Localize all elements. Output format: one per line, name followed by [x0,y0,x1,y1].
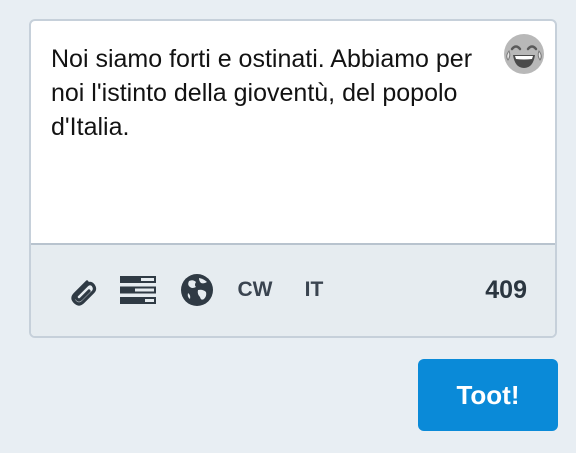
compose-box: Noi siamo forti e ostinati. Abbiamo per … [29,19,557,338]
laughing-tears-emoji-icon [504,34,544,74]
poll-icon [120,276,156,304]
toot-button[interactable]: Toot! [418,359,558,431]
paperclip-icon [71,280,97,306]
emoji-picker-button[interactable] [501,31,547,77]
privacy-button[interactable] [177,269,217,311]
compose-textarea[interactable]: Noi siamo forti e ostinati. Abbiamo per … [31,21,555,243]
add-poll-button[interactable] [117,269,159,311]
language-button[interactable]: IT [297,269,331,311]
content-warning-button[interactable]: CW [231,269,279,311]
character-counter: 409 [485,275,527,304]
compose-toolbar: CW IT 409 [31,245,555,336]
globe-icon [181,274,213,306]
attach-media-button[interactable] [61,269,101,311]
